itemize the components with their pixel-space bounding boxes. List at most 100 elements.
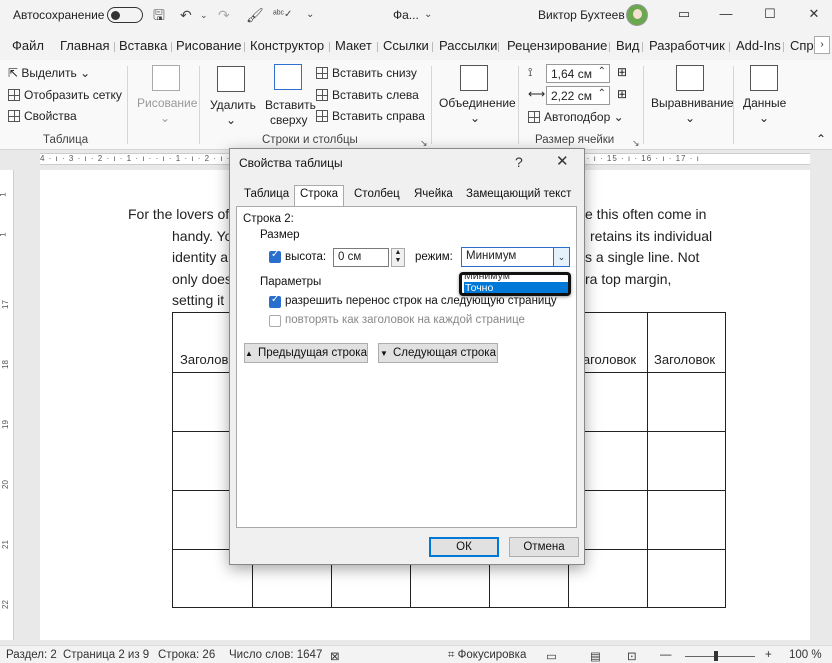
doc-name-dropdown-icon[interactable]: ⌄ <box>424 6 432 24</box>
delete-button[interactable]: Удалить <box>210 98 256 112</box>
draw-button[interactable]: Рисование <box>137 96 197 110</box>
chevron-down-icon[interactable]: ⌄ <box>553 248 569 266</box>
print-layout-icon[interactable]: ▤ <box>590 649 601 663</box>
zoom-slider-thumb[interactable] <box>714 651 718 661</box>
zoom-out-icon[interactable]: — <box>660 649 672 661</box>
menu-insert[interactable]: Вставка <box>119 38 167 53</box>
doc-text-line[interactable]: retains its individual <box>590 228 712 244</box>
autofit-button[interactable]: Автоподбор ⌄ <box>528 110 624 124</box>
mode-option-minimum[interactable]: Минимум <box>464 275 510 282</box>
doc-text-line[interactable]: For the lovers of <box>128 206 229 222</box>
save-icon[interactable]: 🖫 <box>153 6 165 24</box>
format-painter-icon[interactable]: 🖌 <box>246 6 264 24</box>
read-mode-icon[interactable]: ▭ <box>546 649 557 663</box>
alignment-button[interactable]: Выравнивание <box>651 96 734 110</box>
data-dropdown-icon[interactable]: ⌄ <box>759 111 769 125</box>
zoom-slider[interactable] <box>685 656 755 657</box>
menu-help[interactable]: Спр <box>790 38 814 53</box>
qat-dropdown-icon[interactable]: ⌄ <box>306 6 314 24</box>
focus-button[interactable]: ⌗ Фокусировка <box>448 649 526 662</box>
insert-above-label-2[interactable]: сверху <box>270 113 307 127</box>
insert-above-label-1[interactable]: Вставить <box>265 98 316 112</box>
web-layout-icon[interactable]: ⊡ <box>627 649 637 663</box>
tab-column[interactable]: Столбец <box>354 188 400 200</box>
mode-select[interactable]: Минимум ⌄ <box>461 247 570 267</box>
merge-button[interactable]: Объединение <box>439 96 516 110</box>
undo-dropdown-icon[interactable]: ⌄ <box>200 6 208 24</box>
maximize-button[interactable]: ☐ <box>756 4 784 24</box>
row-height-input[interactable]: 1,64 см <box>546 64 610 83</box>
doc-text-line[interactable]: only does <box>172 271 232 287</box>
draw-dropdown-icon[interactable]: ⌄ <box>160 111 170 125</box>
menu-mailings[interactable]: Рассылки <box>439 38 497 53</box>
status-section[interactable]: Раздел: 2 <box>6 649 57 661</box>
prev-row-button[interactable]: ▲ Предыдущая строка <box>244 343 368 363</box>
mode-option-exact[interactable]: Точно <box>464 282 568 293</box>
menu-table-design[interactable]: Конструктор <box>250 38 324 53</box>
distribute-cols-icon[interactable]: ⊞ <box>617 87 627 101</box>
menu-addins[interactable]: Add-Ins <box>736 38 781 53</box>
tab-cell[interactable]: Ячейка <box>414 188 453 200</box>
doc-text-line[interactable]: s a single line. Not <box>585 249 699 265</box>
menu-review[interactable]: Рецензирование <box>507 38 607 53</box>
document-name[interactable]: Фа... <box>393 8 419 22</box>
dialog-help-button[interactable]: ? <box>515 154 523 170</box>
spelling-icon[interactable]: ᵃᵇᶜ✓ <box>273 6 292 24</box>
ribbon-display-icon[interactable]: ▭ <box>670 4 698 24</box>
allow-break-label[interactable]: разрешить перенос строк на следующую стр… <box>285 295 557 307</box>
table-header-cell[interactable]: Заголов <box>180 352 228 367</box>
menu-layout[interactable]: Макет <box>335 38 372 53</box>
status-words[interactable]: Число слов: 1647 <box>229 649 322 661</box>
tab-row[interactable]: Строка <box>294 185 345 207</box>
tab-table[interactable]: Таблица <box>244 188 289 200</box>
menu-references[interactable]: Ссылки <box>383 38 429 53</box>
doc-text-line[interactable]: ra top margin, <box>585 271 671 287</box>
insert-below-button[interactable]: Вставить снизу <box>316 66 417 80</box>
proofing-icon[interactable]: ⊠ <box>330 649 340 663</box>
alignment-dropdown-icon[interactable]: ⌄ <box>685 111 695 125</box>
allow-break-checkbox[interactable] <box>269 294 281 308</box>
vertical-ruler[interactable]: 1 1 17 18 19 20 21 22 <box>0 170 14 640</box>
distribute-rows-icon[interactable]: ⊞ <box>617 65 627 79</box>
zoom-in-icon[interactable]: + <box>765 649 772 661</box>
undo-icon[interactable]: ↶ <box>180 6 192 24</box>
zoom-level[interactable]: 100 % <box>789 649 822 661</box>
next-row-button[interactable]: ▼ Следующая строка <box>378 343 498 363</box>
cell-size-launcher-icon[interactable]: ↘ <box>632 138 640 149</box>
autosave-toggle[interactable] <box>107 7 143 23</box>
menu-draw[interactable]: Рисование <box>176 38 241 53</box>
menu-view[interactable]: Вид <box>616 38 640 53</box>
gridlines-button[interactable]: Отобразить сетку <box>8 88 122 102</box>
height-input[interactable]: 0 см <box>333 248 389 267</box>
menu-home[interactable]: Главная <box>60 38 109 53</box>
data-button[interactable]: Данные <box>743 96 786 110</box>
user-name[interactable]: Виктор Бухтеев <box>538 8 625 22</box>
properties-button[interactable]: Свойства <box>8 109 77 123</box>
merge-dropdown-icon[interactable]: ⌄ <box>470 111 480 125</box>
doc-text-line[interactable]: handy. Yo <box>172 228 232 244</box>
doc-text-line[interactable]: setting it <box>172 292 224 308</box>
window-close-button[interactable]: ✕ <box>800 4 828 24</box>
collapse-ribbon-icon[interactable]: ⌃ <box>816 132 826 146</box>
insert-left-button[interactable]: Вставить слева <box>316 88 419 102</box>
minimize-button[interactable]: — <box>712 4 740 24</box>
table-header-cell[interactable]: Заголовок <box>654 352 715 367</box>
dialog-close-button[interactable]: ✕ <box>556 152 569 170</box>
select-button[interactable]: ⇱ Выделить ⌄ <box>8 66 90 80</box>
height-checkbox[interactable] <box>269 249 281 263</box>
status-line[interactable]: Строка: 26 <box>158 649 215 661</box>
ok-button[interactable]: ОК <box>429 537 499 557</box>
mode-dropdown-list: Минимум Точно <box>459 272 571 296</box>
insert-right-button[interactable]: Вставить справа <box>316 109 425 123</box>
menu-file[interactable]: Файл <box>12 38 44 53</box>
height-stepper[interactable]: ▲ ▼ <box>391 248 405 267</box>
status-page[interactable]: Страница 2 из 9 <box>63 649 149 661</box>
tab-alt-text[interactable]: Замещающий текст <box>466 188 571 200</box>
doc-text-line[interactable]: identity a <box>172 249 228 265</box>
user-avatar[interactable] <box>626 4 648 26</box>
menu-developer[interactable]: Разработчик <box>649 38 725 53</box>
cancel-button[interactable]: Отмена <box>509 537 579 557</box>
col-width-input[interactable]: 2,22 см <box>546 86 610 105</box>
doc-text-line[interactable]: e this often come in <box>585 206 706 222</box>
menu-scroll-right-icon[interactable]: › <box>814 36 830 54</box>
